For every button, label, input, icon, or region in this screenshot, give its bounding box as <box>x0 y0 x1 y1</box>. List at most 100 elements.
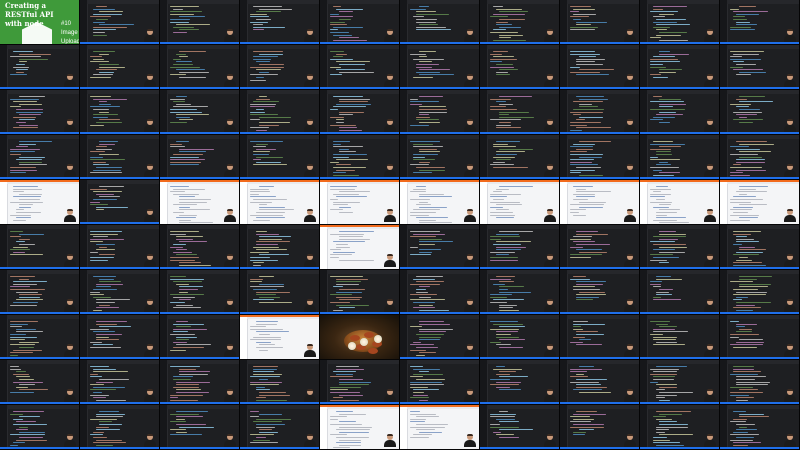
video-thumbnail-editor[interactable] <box>240 0 320 45</box>
video-thumbnail-photo[interactable] <box>320 315 400 360</box>
video-thumbnail-editor[interactable] <box>240 405 320 450</box>
video-thumbnail-editor[interactable] <box>240 135 320 180</box>
video-thumbnail-editor[interactable] <box>400 315 480 360</box>
video-thumbnail-editor[interactable] <box>160 270 240 315</box>
video-thumbnail-editor[interactable] <box>160 405 240 450</box>
video-thumbnail-editor[interactable] <box>480 315 560 360</box>
video-thumbnail-editor[interactable] <box>160 0 240 45</box>
video-thumbnail-editor[interactable] <box>400 90 480 135</box>
video-thumbnail-editor[interactable] <box>0 405 80 450</box>
video-thumbnail-editor[interactable] <box>560 405 640 450</box>
video-thumbnail-editor[interactable] <box>720 360 800 405</box>
video-thumbnail-editor[interactable] <box>560 315 640 360</box>
video-thumbnail-editor[interactable] <box>240 90 320 135</box>
video-thumbnail-browser[interactable] <box>320 225 400 270</box>
video-thumbnail-editor[interactable] <box>160 360 240 405</box>
video-thumbnail-editor[interactable] <box>560 135 640 180</box>
video-thumbnail-editor[interactable] <box>400 45 480 90</box>
video-thumbnail-editor[interactable] <box>400 135 480 180</box>
code-line <box>653 236 686 238</box>
video-thumbnail-editor[interactable] <box>0 225 80 270</box>
video-thumbnail-editor[interactable] <box>640 90 720 135</box>
video-thumbnail-browser[interactable] <box>240 315 320 360</box>
video-thumbnail-editor[interactable] <box>720 405 800 450</box>
video-thumbnail-editor[interactable] <box>80 135 160 180</box>
video-thumbnail-editor[interactable] <box>560 45 640 90</box>
video-thumbnail-editor[interactable] <box>480 135 560 180</box>
video-thumbnail-editor[interactable] <box>160 315 240 360</box>
video-thumbnail-editor[interactable] <box>0 360 80 405</box>
video-thumbnail-editor[interactable] <box>560 90 640 135</box>
video-thumbnail-editor[interactable] <box>640 225 720 270</box>
video-thumbnail-editor[interactable] <box>80 90 160 135</box>
video-thumbnail-editor[interactable] <box>640 270 720 315</box>
video-thumbnail-browser[interactable] <box>400 180 480 225</box>
video-thumbnail-browser[interactable] <box>0 180 80 225</box>
video-thumbnail-editor[interactable] <box>480 45 560 90</box>
video-thumbnail-editor[interactable] <box>80 405 160 450</box>
video-thumbnail-editor[interactable] <box>160 45 240 90</box>
video-thumbnail-editor[interactable] <box>0 45 80 90</box>
video-thumbnail-browser[interactable] <box>240 180 320 225</box>
video-thumbnail-browser[interactable] <box>160 180 240 225</box>
video-thumbnail-browser[interactable] <box>320 180 400 225</box>
video-thumbnail-editor[interactable] <box>240 225 320 270</box>
video-thumbnail-editor[interactable] <box>480 90 560 135</box>
video-thumbnail-editor[interactable] <box>480 405 560 450</box>
video-thumbnail-editor[interactable] <box>0 270 80 315</box>
video-thumbnail-editor[interactable] <box>720 135 800 180</box>
video-thumbnail-editor[interactable] <box>320 270 400 315</box>
video-thumbnail-editor[interactable] <box>480 225 560 270</box>
video-thumbnail-editor[interactable] <box>240 270 320 315</box>
video-thumbnail-editor[interactable] <box>560 0 640 45</box>
video-thumbnail-editor[interactable] <box>640 0 720 45</box>
video-thumbnail-editor[interactable] <box>320 45 400 90</box>
video-thumbnail-editor[interactable] <box>320 90 400 135</box>
video-thumbnail-browser[interactable] <box>320 405 400 450</box>
video-thumbnail-editor[interactable] <box>720 225 800 270</box>
video-thumbnail-editor[interactable] <box>320 360 400 405</box>
video-thumbnail-editor[interactable] <box>720 45 800 90</box>
video-thumbnail-editor[interactable] <box>480 270 560 315</box>
video-thumbnail-editor[interactable] <box>480 0 560 45</box>
video-thumbnail-editor[interactable] <box>480 360 560 405</box>
video-thumbnail-editor[interactable] <box>640 405 720 450</box>
video-thumbnail-editor[interactable] <box>320 0 400 45</box>
video-thumbnail-browser[interactable] <box>400 405 480 450</box>
video-thumbnail-editor[interactable] <box>400 270 480 315</box>
video-thumbnail-browser[interactable] <box>560 180 640 225</box>
video-thumbnail-editor[interactable] <box>240 45 320 90</box>
video-thumbnail-browser[interactable] <box>720 180 800 225</box>
video-thumbnail-editor[interactable] <box>400 360 480 405</box>
video-thumbnail-browser[interactable] <box>640 180 720 225</box>
video-thumbnail-editor[interactable] <box>320 135 400 180</box>
video-thumbnail-editor[interactable] <box>80 180 160 225</box>
video-thumbnail-editor[interactable] <box>80 360 160 405</box>
video-thumbnail-editor[interactable] <box>0 90 80 135</box>
video-thumbnail-editor[interactable] <box>560 270 640 315</box>
video-thumbnail-editor[interactable] <box>80 225 160 270</box>
video-thumbnail-editor[interactable] <box>720 90 800 135</box>
video-thumbnail-editor[interactable] <box>640 315 720 360</box>
video-thumbnail-editor[interactable] <box>160 90 240 135</box>
video-thumbnail-editor[interactable] <box>720 270 800 315</box>
video-thumbnail-editor[interactable] <box>640 45 720 90</box>
video-thumbnail-editor[interactable] <box>160 225 240 270</box>
video-thumbnail-editor[interactable] <box>560 225 640 270</box>
video-thumbnail-editor[interactable] <box>80 270 160 315</box>
video-thumbnail-editor[interactable] <box>160 135 240 180</box>
video-thumbnail-editor[interactable] <box>400 225 480 270</box>
video-thumbnail-editor[interactable] <box>0 135 80 180</box>
video-thumbnail-editor[interactable] <box>80 0 160 45</box>
video-thumbnail-editor[interactable] <box>720 0 800 45</box>
video-thumbnail-editor[interactable] <box>240 360 320 405</box>
video-thumbnail-editor[interactable] <box>80 315 160 360</box>
video-thumbnail-editor[interactable] <box>640 360 720 405</box>
video-thumbnail-editor[interactable] <box>640 135 720 180</box>
video-thumbnail-browser[interactable] <box>480 180 560 225</box>
video-thumbnail-editor[interactable] <box>80 45 160 90</box>
video-thumbnail-editor[interactable] <box>560 360 640 405</box>
video-thumbnail-editor[interactable] <box>0 315 80 360</box>
video-thumbnail-editor[interactable] <box>400 0 480 45</box>
video-thumbnail-editor[interactable] <box>720 315 800 360</box>
